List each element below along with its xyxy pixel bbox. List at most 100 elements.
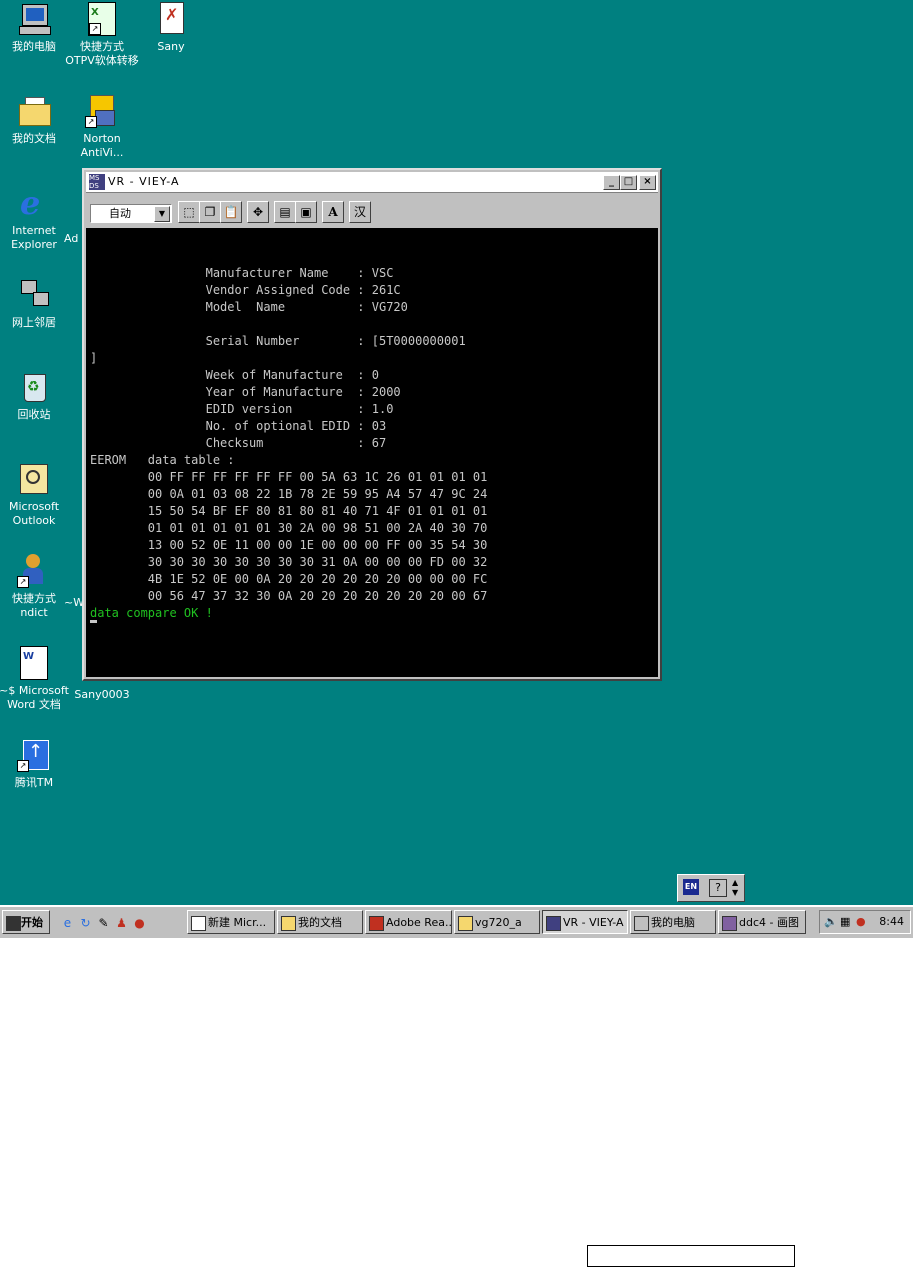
vr-task-icon — [546, 916, 561, 931]
properties-icon: ▤ — [279, 205, 291, 219]
desktop-icon-label: Sany0003 — [74, 688, 130, 701]
help-button[interactable]: ? — [709, 879, 727, 897]
excel-shortcut-icon: X ↗ — [88, 2, 116, 36]
console-line: ] — [90, 351, 98, 365]
qq-quicklaunch-icon[interactable]: ♟ — [114, 916, 129, 931]
refresh-quicklaunch-icon[interactable]: ↻ — [78, 916, 93, 931]
word-task-icon — [191, 916, 206, 931]
task-button[interactable]: 新建 Micr... — [187, 910, 275, 934]
word-document-icon: W — [20, 646, 48, 680]
desktop-icon-ndict[interactable]: ↗ 快捷方式 ndict — [0, 554, 72, 620]
task-button[interactable]: Adobe Rea... — [365, 910, 452, 934]
text-cursor — [90, 620, 97, 623]
desktop-icon-word-doc[interactable]: W ~$ Microsoft Word 文档 — [0, 646, 72, 712]
console-line: 13 00 52 0E 11 00 00 1E 00 00 00 FF 00 3… — [147, 538, 488, 552]
desktop-icon-outlook[interactable]: Microsoft Outlook — [0, 462, 72, 528]
fullscreen-tool-button[interactable]: ✥ — [247, 201, 269, 223]
copy-icon: ❐ — [204, 205, 216, 219]
sany-image-icon: ✗ — [154, 2, 188, 36]
desktop-icon-label: Ad — [64, 232, 79, 245]
console-ok-line: data compare OK ! — [90, 606, 213, 620]
ime-toolbar[interactable]: EN ? ▲ ▼ — [677, 874, 745, 902]
font-tool-button[interactable]: A — [322, 201, 344, 223]
app-tray-icon[interactable]: ● — [856, 911, 866, 933]
paste-tool-button[interactable]: 📋 — [220, 201, 242, 223]
ime-spinner[interactable]: ▲ ▼ — [732, 878, 738, 898]
edit-quicklaunch-icon[interactable]: ✎ — [96, 916, 111, 931]
desktop-icon-norton[interactable]: ↗ Norton AntiVi... — [64, 94, 140, 160]
desktop-icon-label: Microsoft Outlook — [8, 500, 60, 527]
console-line: 4B 1E 52 0E 00 0A 20 20 20 20 20 20 00 0… — [147, 572, 488, 586]
mark-icon: ⬚ — [183, 205, 195, 219]
desktop-icon-recycle-bin[interactable]: ♻ 回收站 — [0, 370, 72, 422]
desktop-icon-label: 回收站 — [17, 408, 51, 421]
network-tray-icon[interactable]: ▦ — [840, 911, 850, 933]
adobe-task-icon — [369, 916, 384, 931]
chinese-input-tool-button[interactable]: 汉 — [349, 201, 371, 223]
desktop-icon-internet-explorer[interactable]: e Internet Explorer — [0, 186, 72, 252]
desktop-icon-tencent[interactable]: ↑ ↗ 腾讯TM — [0, 738, 72, 790]
desktop-icon-my-documents[interactable]: 我的文档 — [0, 94, 72, 146]
console-line: Serial Number : [5T0000000001 — [205, 334, 466, 348]
desktop-icon-sany0003[interactable]: Sany0003 — [64, 688, 140, 702]
minimize-button[interactable]: _ — [603, 175, 620, 190]
console-line: 00 FF FF FF FF FF FF 00 5A 63 1C 26 01 0… — [147, 470, 488, 484]
task-label: Adobe Rea... — [386, 916, 452, 929]
task-button[interactable]: ddc4 - 画图 — [718, 910, 806, 934]
my-documents-icon — [17, 94, 51, 128]
desktop-icon-label: 我的文档 — [12, 132, 56, 145]
caption-box — [587, 1245, 795, 1267]
close-button[interactable]: × — [639, 175, 656, 190]
desktop-icon-sany[interactable]: ✗ Sany — [133, 2, 209, 54]
desktop-icon-otpv[interactable]: X ↗ 快捷方式 OTPV软体转移 — [64, 2, 140, 68]
volume-icon[interactable]: 🔈 — [824, 911, 838, 933]
ie-quicklaunch-icon[interactable]: e — [60, 916, 75, 931]
desktop-icon-label: ~W — [64, 596, 85, 609]
recycle-bin-icon: ♻ — [17, 370, 51, 404]
fullscreen-icon: ✥ — [252, 205, 264, 219]
font-select[interactable]: 自动 ▼ — [90, 204, 172, 223]
task-label: 我的电脑 — [651, 916, 695, 929]
desktop-icon-label: Norton AntiVi... — [80, 132, 124, 159]
desktop-icon-label: Internet Explorer — [11, 224, 57, 251]
console-line: Vendor Assigned Code : 261C — [205, 283, 401, 297]
desktop-icon-label: 我的电脑 — [12, 40, 56, 53]
task-label: 我的文档 — [298, 916, 342, 929]
desktop-icon-w[interactable]: ~W — [64, 596, 84, 610]
copy-tool-button[interactable]: ❐ — [199, 201, 221, 223]
console-line: Model Name : VG720 — [205, 300, 408, 314]
properties-tool-button[interactable]: ▤ — [274, 201, 296, 223]
task-button[interactable]: 我的电脑 — [630, 910, 716, 934]
desktop-icon-ad[interactable]: Ad — [64, 232, 84, 246]
chevron-down-icon[interactable]: ▼ — [154, 206, 170, 222]
task-button[interactable]: vg720_a — [454, 910, 540, 934]
vr-view-window[interactable]: MS DS VR - VIEY-A _ □ × 自动 ▼ ⬚ ❐ 📋 ✥ ▤ ▣ … — [82, 168, 662, 681]
desktop-icon-my-computer[interactable]: 我的电脑 — [0, 2, 72, 54]
window-titlebar[interactable]: MS DS VR - VIEY-A _ □ × — [86, 172, 658, 193]
start-button[interactable]: 开始 — [2, 910, 50, 934]
mark-tool-button[interactable]: ⬚ — [178, 201, 200, 223]
desktop-icon-label: 快捷方式 OTPV软体转移 — [65, 40, 139, 67]
ndict-shortcut-icon: ↗ — [17, 554, 51, 588]
font-select-value: 自动 — [109, 207, 131, 220]
task-label: vg720_a — [475, 916, 522, 929]
task-button[interactable]: 我的文档 — [277, 910, 363, 934]
language-indicator[interactable]: EN — [683, 879, 699, 895]
task-button-active[interactable]: VR - VIEY-A — [542, 910, 628, 934]
console-output[interactable]: Manufacturer Name : VSC Vendor Assigned … — [86, 228, 658, 677]
system-tray: 🔈 ▦ ● 8:44 — [819, 910, 911, 934]
folder-task-icon — [281, 916, 296, 931]
console-line: 01 01 01 01 01 01 30 2A 00 98 51 00 2A 4… — [147, 521, 488, 535]
desktop-icon-label: 快捷方式 ndict — [12, 592, 56, 619]
console-line: EDID version : 1.0 — [205, 402, 394, 416]
maximize-button[interactable]: □ — [620, 175, 637, 190]
clock[interactable]: 8:44 — [879, 911, 904, 933]
app-quicklaunch-icon[interactable]: ● — [132, 916, 147, 931]
console-line: No. of optional EDID : 03 — [205, 419, 387, 433]
internet-explorer-icon: e — [20, 184, 41, 222]
outlook-icon — [17, 462, 51, 496]
background-tool-button[interactable]: ▣ — [295, 201, 317, 223]
console-line: 15 50 54 BF EF 80 81 80 81 40 71 4F 01 0… — [147, 504, 488, 518]
console-line: Week of Manufacture : 0 — [205, 368, 379, 382]
desktop-icon-network[interactable]: 网上邻居 — [0, 278, 72, 330]
